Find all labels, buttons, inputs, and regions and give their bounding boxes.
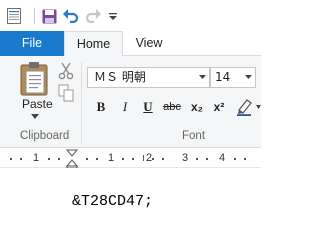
paste-dropdown-icon[interactable] (31, 114, 39, 119)
ruler-dot (244, 158, 246, 160)
group-separator (81, 62, 82, 144)
paste-icon (20, 62, 48, 96)
ruler-dot (196, 158, 198, 160)
ruler-dot (96, 158, 98, 160)
subscript-button[interactable]: x₂ (188, 98, 206, 116)
ruler-number: 4 (219, 152, 226, 164)
document-icon (5, 7, 23, 25)
superscript-button[interactable]: x² (210, 98, 228, 116)
ruler-dot (162, 158, 164, 160)
clipboard-group-label: Clipboard (20, 130, 70, 142)
tab-home[interactable]: Home (64, 31, 123, 57)
ribbon-tabs: File Home View (0, 31, 261, 57)
ruler-dot (122, 158, 124, 160)
ribbon: Paste Clipboard ＭＳ 明朝 14 B I U abc x₂ x²… (0, 56, 261, 148)
ruler-number: 1 (33, 152, 40, 164)
chevron-down-icon[interactable] (256, 105, 261, 109)
underline-button[interactable]: U (139, 98, 157, 116)
ruler-dot (10, 158, 12, 160)
ruler-dot (48, 158, 50, 160)
ruler-tick (143, 155, 144, 161)
ruler-number: 1 (108, 152, 115, 164)
font-family-select[interactable]: ＭＳ 明朝 (87, 67, 210, 88)
highlighter-icon[interactable] (236, 98, 256, 116)
redo-icon[interactable] (84, 7, 102, 25)
ruler-dot (58, 158, 60, 160)
ruler-number: 3 (182, 152, 189, 164)
ruler-dot (86, 158, 88, 160)
undo-icon[interactable] (62, 7, 80, 25)
save-icon[interactable] (40, 7, 58, 25)
chevron-down-icon[interactable] (245, 75, 252, 79)
ruler-dot (234, 158, 236, 160)
ruler-dot (20, 158, 22, 160)
document-text[interactable]: &T28CD47; (72, 193, 153, 210)
document-page[interactable]: &T28CD47; (0, 169, 261, 229)
copy-icon[interactable] (58, 84, 74, 102)
ruler: 1 1 3 4 2 (0, 149, 261, 168)
ruler-dot (152, 158, 154, 160)
ruler-dot (132, 158, 134, 160)
font-group-label: Font (182, 130, 206, 142)
ruler-number: 2 (146, 152, 153, 164)
chevron-down-icon[interactable] (199, 75, 206, 79)
customize-toolbar-icon[interactable] (104, 7, 122, 25)
cut-icon[interactable] (58, 62, 74, 80)
tab-view[interactable]: View (123, 31, 175, 56)
bold-button[interactable]: B (92, 98, 110, 116)
italic-button[interactable]: I (116, 98, 134, 116)
tab-file[interactable]: File (0, 31, 64, 56)
indent-marker-icon[interactable] (66, 149, 78, 168)
strikethrough-button[interactable]: abc (160, 98, 184, 116)
quick-access-toolbar (0, 0, 261, 31)
toolbar-separator (34, 8, 35, 24)
ruler-dot (206, 158, 208, 160)
paste-label: Paste (22, 97, 53, 111)
